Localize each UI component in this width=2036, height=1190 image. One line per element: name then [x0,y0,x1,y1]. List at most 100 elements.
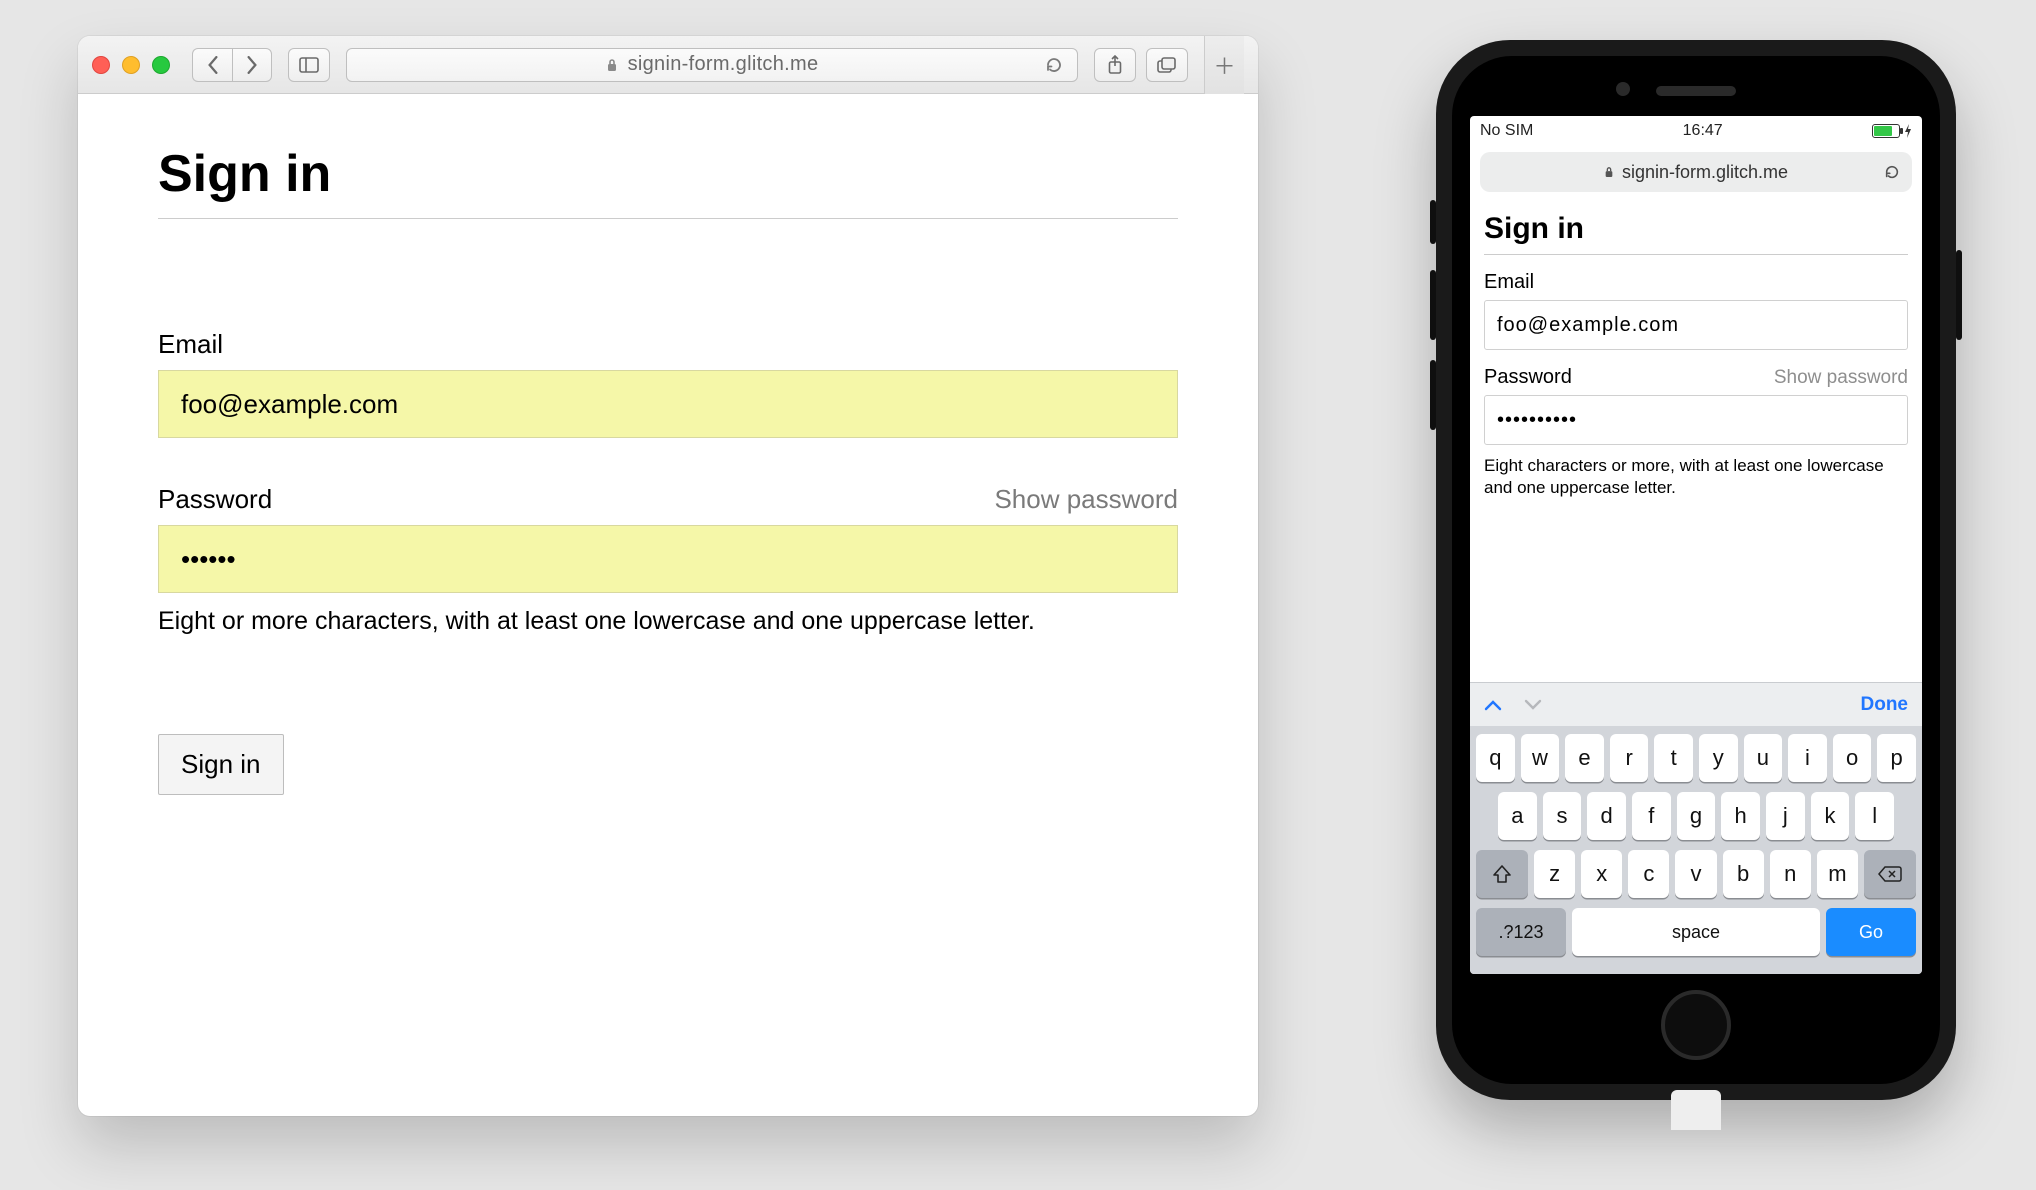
password-input[interactable] [158,525,1178,593]
keyboard-row-3: zxcvbnm [1476,850,1916,898]
numbers-key[interactable]: .?123 [1476,908,1566,956]
key-f[interactable]: f [1632,792,1671,840]
keyboard: qwertyuiop asdfghjkl zxcvbnm .?123 space… [1470,726,1922,974]
form-prev-button[interactable] [1484,698,1502,712]
mobile-url-text: signin-form.glitch.me [1622,162,1788,183]
shift-icon [1492,865,1512,883]
key-w[interactable]: w [1521,734,1560,782]
mobile-show-password-toggle[interactable]: Show password [1774,367,1908,389]
email-label: Email [158,329,223,360]
keyboard-row-1: qwertyuiop [1476,734,1916,782]
space-key[interactable]: space [1572,908,1820,956]
speaker-grille [1656,86,1736,96]
password-label: Password [158,484,272,515]
key-k[interactable]: k [1811,792,1850,840]
email-input[interactable] [158,370,1178,438]
address-bar[interactable]: signin-form.glitch.me [346,48,1078,82]
front-camera [1616,82,1630,96]
reload-button[interactable] [1045,56,1063,74]
show-password-toggle[interactable]: Show password [994,484,1178,515]
home-button[interactable] [1661,990,1731,1060]
password-field-group: Password Show password Eight or more cha… [158,484,1178,636]
tabs-button[interactable] [1146,48,1188,82]
mobile-password-input[interactable] [1484,395,1908,445]
mobile-address-bar[interactable]: signin-form.glitch.me [1480,152,1912,192]
clock-label: 16:47 [1683,122,1723,140]
shift-key[interactable] [1476,850,1528,898]
lock-icon [1604,166,1614,178]
key-s[interactable]: s [1543,792,1582,840]
new-tab-button[interactable]: ＋ [1204,36,1244,94]
key-o[interactable]: o [1833,734,1872,782]
backspace-icon [1878,866,1902,882]
chevron-right-icon [245,56,259,74]
tabs-icon [1157,57,1177,73]
close-window-button[interactable] [92,56,110,74]
back-button[interactable] [192,48,232,82]
key-t[interactable]: t [1654,734,1693,782]
key-b[interactable]: b [1723,850,1764,898]
key-u[interactable]: u [1744,734,1783,782]
volume-down-button [1430,360,1436,430]
forward-button[interactable] [232,48,272,82]
share-icon [1107,55,1123,75]
chevron-up-icon [1484,698,1502,712]
backspace-key[interactable] [1864,850,1916,898]
nav-buttons [192,48,272,82]
form-next-button[interactable] [1524,698,1542,712]
key-a[interactable]: a [1498,792,1537,840]
mobile-password-field-group: Password Show password Eight characters … [1484,366,1908,499]
iphone-screen: No SIM 16:47 signin-form.glitch.me Sign … [1470,116,1922,974]
carrier-label: No SIM [1480,122,1533,140]
chevron-down-icon [1524,698,1542,712]
key-x[interactable]: x [1581,850,1622,898]
key-m[interactable]: m [1817,850,1858,898]
key-p[interactable]: p [1877,734,1916,782]
key-y[interactable]: y [1699,734,1738,782]
mobile-password-label: Password [1484,366,1572,389]
window-controls [92,56,170,74]
keyboard-done-button[interactable]: Done [1861,694,1909,716]
battery-icon [1872,124,1900,138]
toolbar-right [1094,48,1188,82]
mobile-email-label: Email [1484,271,1534,294]
signin-button[interactable]: Sign in [158,734,284,795]
minimize-window-button[interactable] [122,56,140,74]
go-key[interactable]: Go [1826,908,1916,956]
key-v[interactable]: v [1675,850,1716,898]
key-r[interactable]: r [1610,734,1649,782]
keyboard-row-4: .?123 space Go [1476,908,1916,956]
key-c[interactable]: c [1628,850,1669,898]
key-j[interactable]: j [1766,792,1805,840]
mute-switch [1430,200,1436,244]
chevron-left-icon [206,56,220,74]
key-n[interactable]: n [1770,850,1811,898]
iphone-device: No SIM 16:47 signin-form.glitch.me Sign … [1436,40,1956,1100]
key-d[interactable]: d [1587,792,1626,840]
mobile-page-title: Sign in [1484,212,1908,255]
key-e[interactable]: e [1565,734,1604,782]
iphone-bezel: No SIM 16:47 signin-form.glitch.me Sign … [1452,56,1940,1084]
key-q[interactable]: q [1476,734,1515,782]
mobile-email-field-group: Email [1484,271,1908,350]
url-text: signin-form.glitch.me [628,53,819,76]
mobile-reload-button[interactable] [1884,164,1900,180]
safari-window: signin-form.glitch.me ＋ Sign in Email [78,36,1258,1116]
email-field-group: Email [158,329,1178,438]
key-h[interactable]: h [1721,792,1760,840]
key-g[interactable]: g [1677,792,1716,840]
sidebar-button[interactable] [288,48,330,82]
key-i[interactable]: i [1788,734,1827,782]
reload-icon [1884,164,1900,180]
mobile-email-input[interactable] [1484,300,1908,350]
lightning-icon [1904,124,1912,138]
share-button[interactable] [1094,48,1136,82]
page-title: Sign in [158,144,1178,219]
key-z[interactable]: z [1534,850,1575,898]
battery-indicator [1872,124,1912,138]
maximize-window-button[interactable] [152,56,170,74]
key-l[interactable]: l [1855,792,1894,840]
plus-icon: ＋ [1213,49,1235,81]
lock-icon [606,58,618,72]
password-hint: Eight or more characters, with at least … [158,607,1178,636]
